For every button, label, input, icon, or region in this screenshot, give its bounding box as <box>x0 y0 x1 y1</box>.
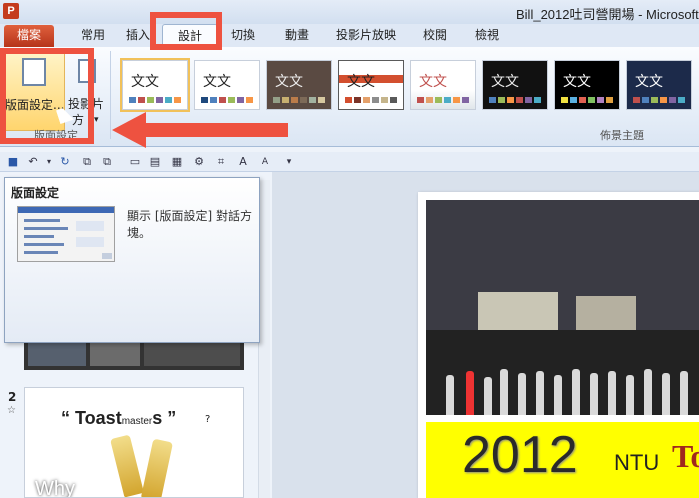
theme-thumbnail[interactable]: 文文 <box>120 58 190 112</box>
theme-sample-text: 文文 <box>203 74 231 90</box>
tab-transitions[interactable]: 切換 <box>222 24 264 48</box>
tab-home[interactable]: 常用 <box>72 24 114 48</box>
save-icon[interactable]: ■ <box>6 155 20 169</box>
align-icon[interactable]: ⌗ <box>214 155 228 169</box>
theme-sample-text: 文文 <box>347 74 375 90</box>
slide2-why-text: Why <box>35 478 75 498</box>
font-grow-icon[interactable]: A <box>236 155 250 169</box>
page-setup-dialog-preview <box>17 206 115 262</box>
theme-color-bar <box>129 97 181 103</box>
tab-slideshow[interactable]: 投影片放映 <box>330 24 402 48</box>
tooltip-title: 版面設定 <box>11 186 60 200</box>
slide-thumbnail-2[interactable]: “ Toastmasters ” ? Why <box>24 387 244 498</box>
slide-title-box[interactable]: 2012 NTU To <box>426 422 699 498</box>
slide-number: 2 <box>8 390 17 404</box>
theme-color-bar <box>201 97 253 103</box>
red-arrow-icon <box>112 112 288 148</box>
table-icon[interactable]: ▦ <box>170 155 184 169</box>
smartart-icon[interactable]: ⚙ <box>192 155 206 169</box>
theme-color-bar <box>345 97 397 103</box>
theme-thumbnail[interactable]: 文文 <box>410 60 476 110</box>
theme-thumbnail[interactable]: 文文 <box>266 60 332 110</box>
customize-toolbar-icon[interactable]: ▾ <box>282 155 296 169</box>
slide2-question-mark: ? <box>205 414 211 425</box>
undo-dropdown-icon[interactable]: ▾ <box>42 155 56 169</box>
tab-animations[interactable]: 動畫 <box>276 24 318 48</box>
undo-icon[interactable]: ↶ <box>26 155 40 169</box>
theme-color-bar <box>561 97 613 103</box>
theme-sample-text: 文文 <box>419 74 447 90</box>
theme-color-bar <box>633 97 685 103</box>
theme-thumbnail[interactable]: 文文 <box>194 60 260 110</box>
theme-color-bar <box>417 97 469 103</box>
theme-sample-text: 文文 <box>635 74 663 90</box>
ribbon-design: 版面設定... 投影片 方 ▾ 版面設定 文文 文文 文文 文文 文文 文文 文… <box>0 47 699 147</box>
theme-thumbnail[interactable]: 文文 <box>338 60 404 110</box>
theme-sample-text: 文文 <box>563 74 591 90</box>
copy-icon[interactable]: ⧉ <box>80 155 94 169</box>
tooltip-description: 顯示 [版面設定] 對話方塊。 <box>127 209 252 240</box>
title-bar: P Bill_2012吐司營開場 - Microsoft <box>0 0 699 24</box>
group-divider <box>110 51 111 139</box>
slide-transition-star-icon: ☆ <box>7 405 16 416</box>
theme-thumbnail[interactable]: 文文 <box>626 60 692 110</box>
slide-ntu-text: NTU <box>614 450 660 475</box>
powerpoint-app-icon[interactable]: P <box>3 3 19 19</box>
new-slide-icon[interactable]: ▭ <box>128 155 142 169</box>
theme-sample-text: 文文 <box>491 74 519 90</box>
theme-sample-text: 文文 <box>275 74 303 90</box>
champagne-glass-image <box>110 434 144 497</box>
slide2-title: “ Toastmasters ” <box>61 408 177 428</box>
tab-view[interactable]: 檢視 <box>466 24 508 48</box>
dropdown-arrow-icon: ▾ <box>94 115 99 125</box>
tab-review[interactable]: 校閱 <box>414 24 456 48</box>
layout-icon[interactable]: ▤ <box>148 155 162 169</box>
theme-thumbnail[interactable]: 文文 <box>554 60 620 110</box>
audience-image <box>426 330 699 415</box>
theme-thumbnail[interactable]: 文文 <box>482 60 548 110</box>
highlight-box-page-setup <box>0 48 94 144</box>
font-shrink-icon[interactable]: A <box>258 155 272 169</box>
ribbon-tab-bar: 檔案 常用 插入 設計 切換 動畫 投影片放映 校閱 檢視 <box>0 24 699 48</box>
highlight-box-design-tab <box>150 12 222 50</box>
page-setup-tooltip: 版面設定 顯示 [版面設定] 對話方塊。 <box>4 177 260 343</box>
redo-icon[interactable]: ↻ <box>58 155 72 169</box>
champagne-glass-image <box>140 438 174 497</box>
group-label-themes: 佈景主題 <box>600 129 644 142</box>
window-title: Bill_2012吐司營開場 - Microsoft <box>516 7 699 22</box>
tab-file[interactable]: 檔案 <box>4 25 54 47</box>
theme-gallery: 文文 文文 文文 文文 文文 文文 文文 文文 <box>114 58 699 116</box>
quick-access-toolbar: ■ ↶ ▾ ↻ ⧉ ⧉ ▭ ▤ ▦ ⚙ ⌗ A A ▾ <box>0 152 699 172</box>
slide-year-text: 2012 <box>462 426 578 484</box>
paste-icon[interactable]: ⧉ <box>100 155 114 169</box>
theme-color-bar <box>273 97 325 103</box>
slide-to-text: To <box>672 438 699 474</box>
theme-sample-text: 文文 <box>131 74 159 90</box>
theme-color-bar <box>489 97 541 103</box>
slide-photo[interactable] <box>426 200 699 415</box>
